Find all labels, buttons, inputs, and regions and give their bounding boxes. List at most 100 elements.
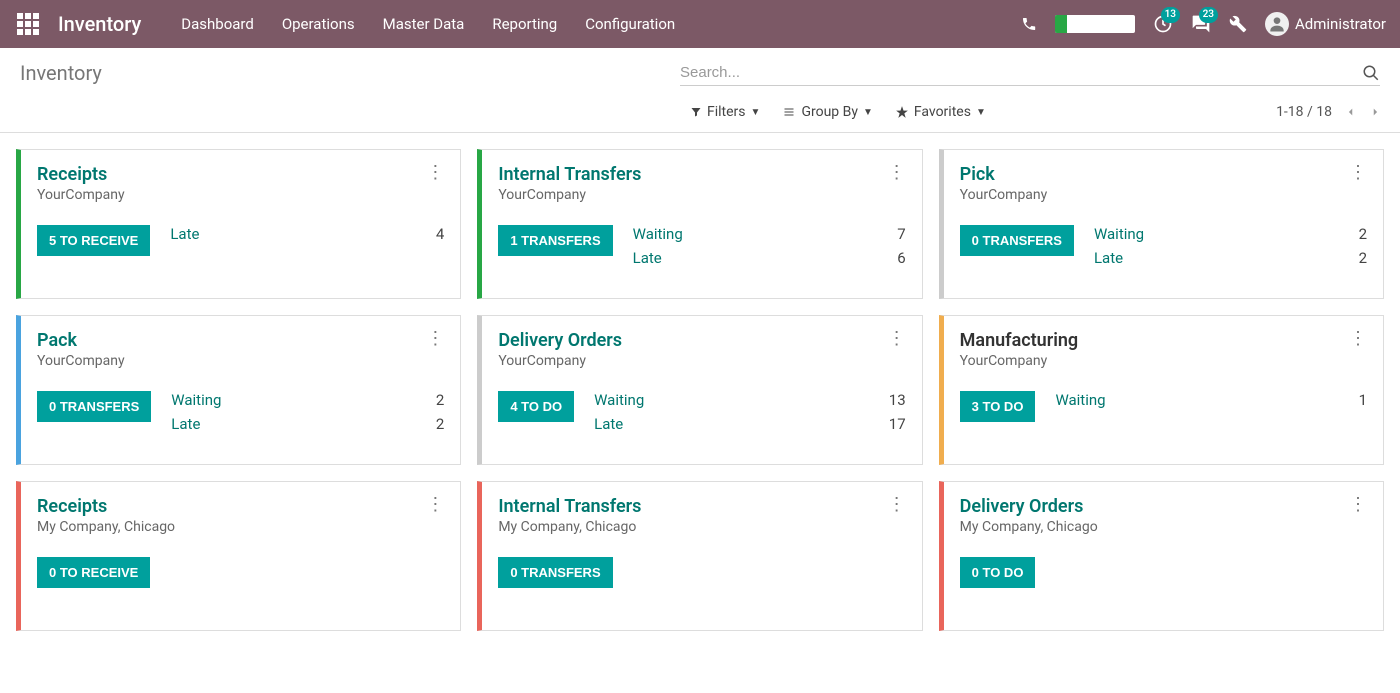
nav-menu: Dashboard Operations Master Data Reporti… xyxy=(181,15,675,33)
phone-icon[interactable] xyxy=(1021,16,1037,32)
card-action-button[interactable]: 0 TRANSFERS xyxy=(498,557,612,588)
card-subtitle: YourCompany xyxy=(498,187,641,203)
apps-icon[interactable] xyxy=(14,10,42,38)
stat-row[interactable]: Waiting 13 xyxy=(594,391,906,409)
card-action-button[interactable]: 1 TRANSFERS xyxy=(498,225,612,256)
card-title[interactable]: Internal Transfers xyxy=(498,164,641,185)
activity-badge: 13 xyxy=(1161,7,1180,23)
stat-label: Waiting xyxy=(1055,391,1105,409)
stat-row[interactable]: Waiting2 xyxy=(171,391,444,409)
search-input[interactable] xyxy=(680,60,1362,85)
nav-menu-dashboard[interactable]: Dashboard xyxy=(181,15,254,33)
card-title[interactable]: Pack xyxy=(37,330,125,351)
stat-row[interactable]: Late 2 xyxy=(1094,249,1367,267)
app-title: Inventory xyxy=(58,12,141,36)
groupby-label: Group By xyxy=(801,104,858,120)
card-subtitle: YourCompany xyxy=(37,187,125,203)
favorites-label: Favorites xyxy=(914,104,971,120)
caret-down-icon: ▼ xyxy=(751,107,761,118)
card-title[interactable]: Delivery Orders xyxy=(960,496,1098,517)
search-wrap xyxy=(680,60,1380,86)
stat-value: 2 xyxy=(1359,249,1367,267)
card-subtitle: YourCompany xyxy=(960,353,1079,369)
kebab-icon[interactable]: ⋮ xyxy=(1349,330,1367,369)
kanban-board: Receipts YourCompany ⋮ 5 TO RECEIVE Late 4 Int… xyxy=(0,133,1400,647)
groupby-button[interactable]: Group By ▼ xyxy=(782,104,872,120)
card-subtitle: My Company, Chicago xyxy=(498,519,641,535)
kanban-card: Receipts My Company, Chicago ⋮ 0 TO RECEIVE xyxy=(16,481,461,631)
card-subtitle: My Company, Chicago xyxy=(960,519,1098,535)
progress-bar[interactable] xyxy=(1055,15,1135,33)
tools-icon[interactable] xyxy=(1229,15,1247,33)
card-title[interactable]: Receipts xyxy=(37,164,125,185)
kebab-icon[interactable]: ⋮ xyxy=(888,330,906,369)
pager xyxy=(1346,105,1380,119)
nav-menu-master-data[interactable]: Master Data xyxy=(383,15,465,33)
stat-row[interactable]: Late17 xyxy=(594,415,906,433)
stat-value: 1 xyxy=(1359,391,1367,409)
filters-button[interactable]: Filters ▼ xyxy=(690,104,760,120)
stat-label: Late xyxy=(633,249,662,267)
avatar-icon xyxy=(1265,12,1289,36)
kanban-card: PickYourCompany⋮0 TRANSFERSWaiting2Late2 xyxy=(939,149,1384,299)
card-action-button[interactable]: 0 TO RECEIVE xyxy=(37,557,150,588)
kebab-icon[interactable]: ⋮ xyxy=(426,164,444,203)
stat-row[interactable]: Late6 xyxy=(633,249,906,267)
kebab-icon[interactable]: ⋮ xyxy=(888,164,906,203)
user-menu[interactable]: Administrator xyxy=(1265,12,1386,36)
search-icon[interactable] xyxy=(1362,64,1380,82)
stat-label: Late xyxy=(594,415,623,433)
activity-icon[interactable]: 13 xyxy=(1153,14,1173,34)
stat-value: 2 xyxy=(436,391,444,409)
card-title[interactable]: Manufacturing xyxy=(960,330,1079,351)
pager-prev[interactable] xyxy=(1346,105,1356,119)
kebab-icon[interactable]: ⋮ xyxy=(1349,496,1367,535)
card-action-button[interactable]: 0 TO DO xyxy=(960,557,1036,588)
stat-label: Waiting xyxy=(1094,225,1144,243)
stat-label: Late xyxy=(170,225,199,243)
stat-value: 4 xyxy=(436,225,444,243)
navbar: Inventory Dashboard Operations Master Da… xyxy=(0,0,1400,48)
stat-value: 13 xyxy=(889,391,906,409)
record-counter: 1-18 / 18 xyxy=(1276,104,1332,120)
kanban-card: Receipts YourCompany ⋮ 5 TO RECEIVE Late 4 xyxy=(16,149,461,299)
nav-right: 13 23 Administrator xyxy=(1021,12,1386,36)
card-title[interactable]: Pick xyxy=(960,164,1048,185)
card-subtitle: YourCompany xyxy=(37,353,125,369)
kanban-card: Manufacturing YourCompany ⋮ 3 TO DO Waiting 1 xyxy=(939,315,1384,465)
card-subtitle: YourCompany xyxy=(498,353,622,369)
nav-menu-reporting[interactable]: Reporting xyxy=(492,15,557,33)
card-action-button[interactable]: 3 TO DO xyxy=(960,391,1036,422)
stat-row[interactable]: Waiting2 xyxy=(1094,225,1367,243)
stat-row[interactable]: Waiting7 xyxy=(633,225,906,243)
stat-label: Late xyxy=(1094,249,1123,267)
card-title[interactable]: Internal Transfers xyxy=(498,496,641,517)
card-subtitle: My Company, Chicago xyxy=(37,519,175,535)
user-name: Administrator xyxy=(1295,15,1386,33)
card-action-button[interactable]: 5 TO RECEIVE xyxy=(37,225,150,256)
card-action-button[interactable]: 4 TO DO xyxy=(498,391,574,422)
favorites-button[interactable]: Favorites ▼ xyxy=(895,104,986,120)
card-title[interactable]: Delivery Orders xyxy=(498,330,622,351)
kebab-icon[interactable]: ⋮ xyxy=(888,496,906,535)
controls-row: Filters ▼ Group By ▼ Favorites ▼ 1-18 / … xyxy=(0,94,1400,133)
pager-next[interactable] xyxy=(1370,105,1380,119)
stat-label: Waiting xyxy=(594,391,644,409)
kebab-icon[interactable]: ⋮ xyxy=(426,330,444,369)
nav-menu-configuration[interactable]: Configuration xyxy=(585,15,675,33)
nav-menu-operations[interactable]: Operations xyxy=(282,15,355,33)
stat-value: 7 xyxy=(897,225,905,243)
chat-icon[interactable]: 23 xyxy=(1191,14,1211,34)
kebab-icon[interactable]: ⋮ xyxy=(426,496,444,535)
stat-row[interactable]: Waiting 1 xyxy=(1055,391,1367,409)
card-action-button[interactable]: 0 TRANSFERS xyxy=(37,391,151,422)
sub-header: Inventory xyxy=(0,48,1400,94)
stat-row[interactable]: Late 4 xyxy=(170,225,444,243)
chat-badge: 23 xyxy=(1199,7,1218,23)
card-title[interactable]: Receipts xyxy=(37,496,175,517)
filters-label: Filters xyxy=(707,104,746,120)
stat-row[interactable]: Late2 xyxy=(171,415,444,433)
page-title: Inventory xyxy=(20,61,680,85)
kebab-icon[interactable]: ⋮ xyxy=(1349,164,1367,203)
card-action-button[interactable]: 0 TRANSFERS xyxy=(960,225,1074,256)
